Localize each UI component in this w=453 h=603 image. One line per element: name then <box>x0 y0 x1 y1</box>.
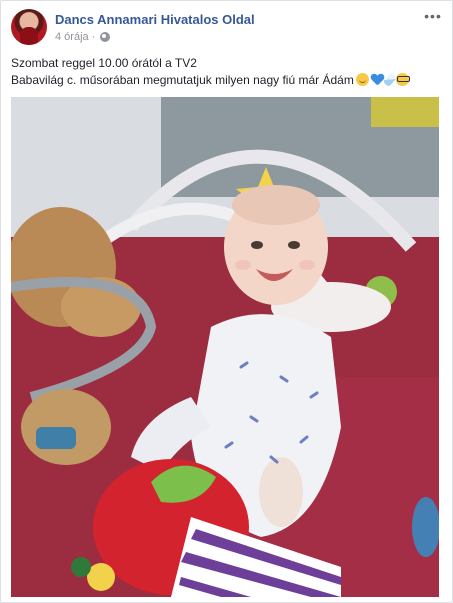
post-text-line: Babavilág c. műsorában megmutatjuk milye… <box>11 73 354 87</box>
post-message: Szombat reggel 10.00 órától a TV2 Babavi… <box>11 55 442 89</box>
avatar[interactable] <box>11 9 47 45</box>
facebook-post-card: Dancs Annamari Hivatalos Oldal 4 órája ·… <box>0 0 453 603</box>
post-text-line-with-emojis: Babavilág c. műsorában megmutatjuk milye… <box>11 71 442 89</box>
meta-separator: · <box>91 31 96 43</box>
post-meta: 4 órája · <box>55 31 111 43</box>
blue-heart-icon <box>371 73 384 86</box>
post-photo[interactable] <box>11 97 439 597</box>
more-options-icon[interactable]: ••• <box>424 9 442 25</box>
post-timestamp[interactable]: 4 órája <box>55 31 89 43</box>
post-header: Dancs Annamari Hivatalos Oldal 4 órája ·… <box>11 9 442 49</box>
nerd-face-icon <box>395 73 410 86</box>
post-text-line: Szombat reggel 10.00 órától a TV2 <box>11 56 197 70</box>
smiling-face-icon <box>355 73 369 86</box>
baby-play-photo <box>11 97 439 597</box>
page-name-link[interactable]: Dancs Annamari Hivatalos Oldal <box>55 12 255 27</box>
globe-icon[interactable] <box>100 32 111 42</box>
baby-bottle-icon <box>382 71 398 88</box>
